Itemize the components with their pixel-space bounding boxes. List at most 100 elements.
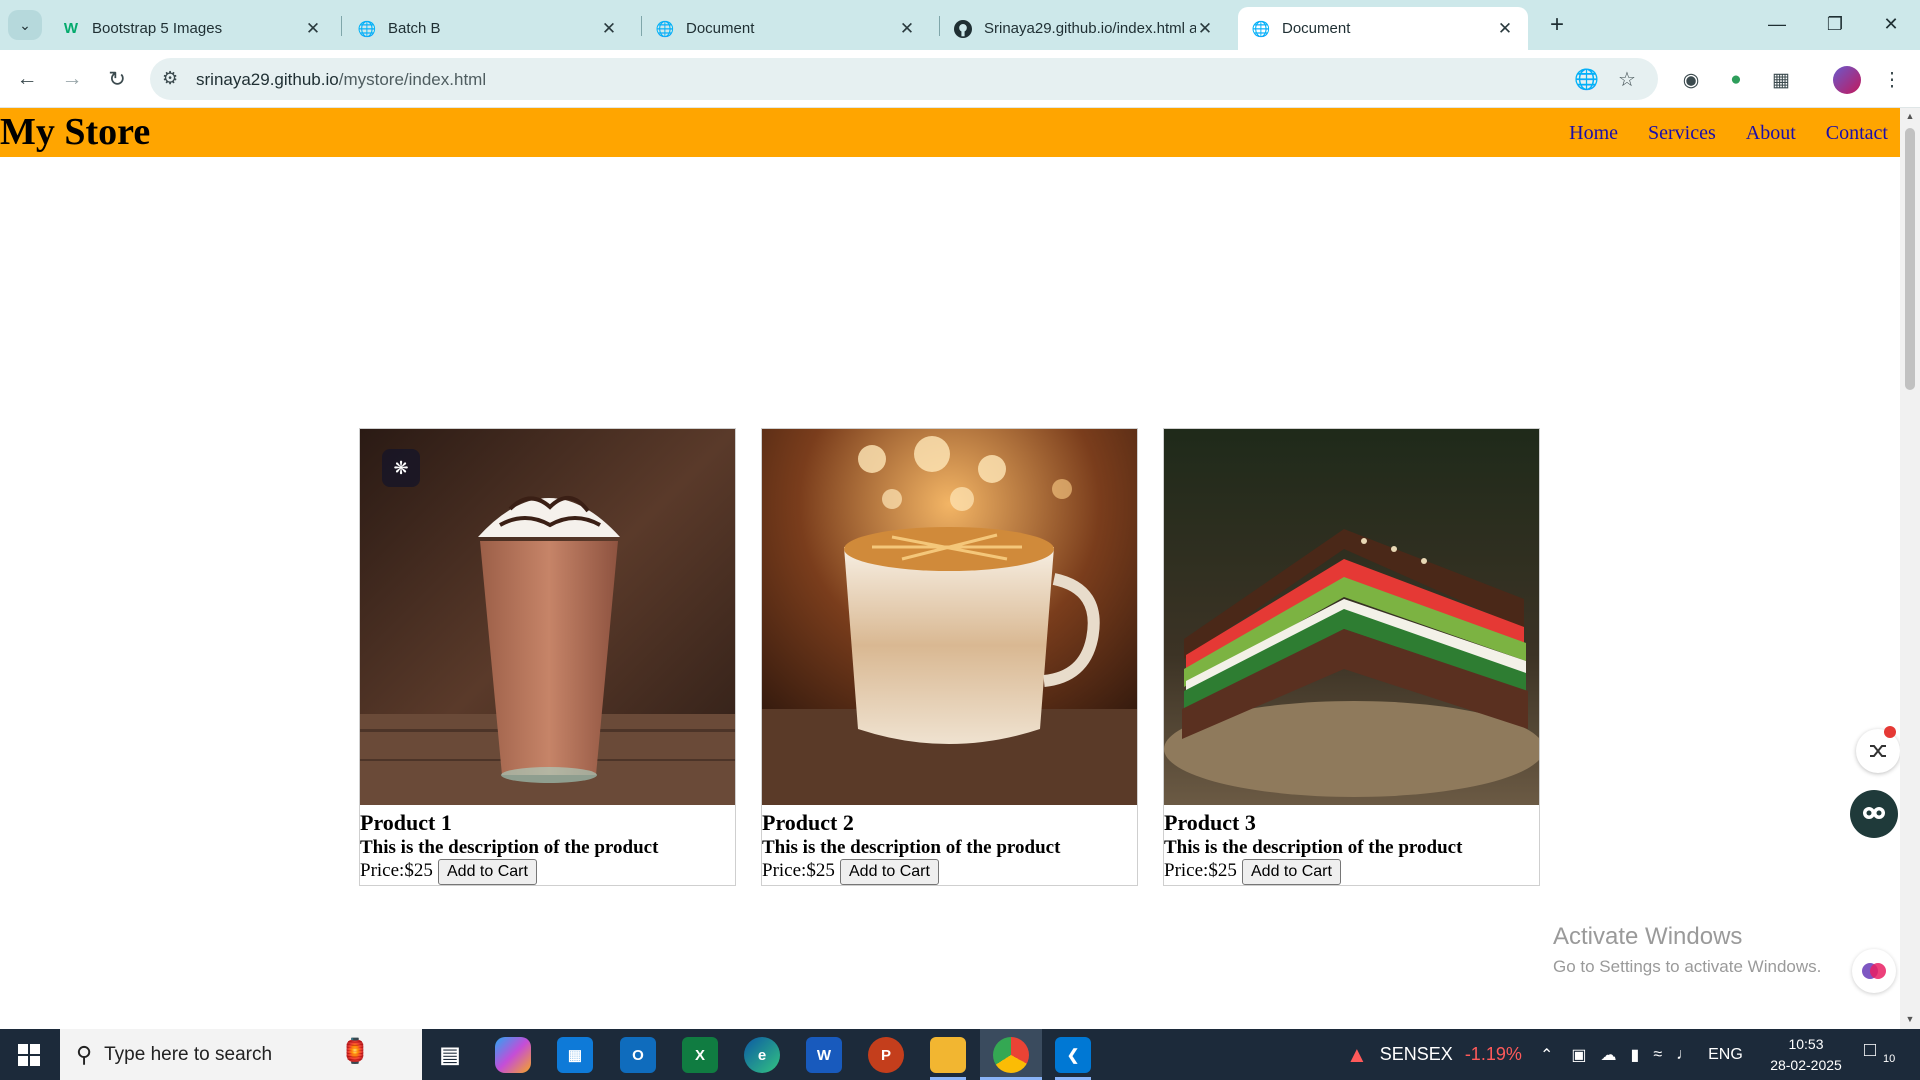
- reload-icon[interactable]: ↻: [99, 61, 135, 97]
- scroll-up-arrow-icon[interactable]: ▲: [1900, 111, 1920, 121]
- site-info-tune-icon[interactable]: ⚙: [162, 68, 178, 89]
- activate-windows-watermark: Activate Windows Go to Settings to activ…: [1553, 923, 1821, 977]
- microsoft-store-icon[interactable]: ▦: [557, 1037, 593, 1073]
- frappuccino-image: ❋: [360, 429, 735, 805]
- new-tab-plus-icon[interactable]: +: [1542, 10, 1572, 40]
- browser-toolbar: ← → ↻ ⚙ srinaya29.github.io/mystore/inde…: [0, 50, 1920, 108]
- product-card-1: ❋ Product 1 This is the description of t…: [359, 428, 736, 886]
- url-path: /mystore/index.html: [338, 70, 487, 89]
- kebab-menu-icon[interactable]: ⋮: [1878, 66, 1906, 94]
- product-card-2: Product 2 This is the description of the…: [761, 428, 1138, 886]
- windows-start-icon[interactable]: [0, 1029, 58, 1080]
- product-card-3: Product 3 This is the description of the…: [1163, 428, 1540, 886]
- word-icon[interactable]: W: [806, 1037, 842, 1073]
- tab-title: Srinaya29.github.io/index.html a: [984, 20, 1196, 37]
- taskbar-clock[interactable]: 10:53 28-02-2025: [1760, 1034, 1852, 1076]
- volume-icon[interactable]: ♩: [1676, 1046, 1692, 1064]
- battery-icon[interactable]: ▮: [1631, 1045, 1640, 1065]
- owl-extension-icon[interactable]: ◉: [1677, 66, 1705, 94]
- minimize-icon[interactable]: —: [1748, 0, 1806, 48]
- vscode-icon[interactable]: ❮: [1055, 1037, 1091, 1073]
- brain-extension-icon[interactable]: ❋: [382, 449, 420, 487]
- search-icon: ⚲: [76, 1041, 93, 1067]
- site-nav-links: Home Services About Contact: [1569, 122, 1888, 145]
- add-to-cart-button[interactable]: Add to Cart: [438, 859, 537, 885]
- nav-home-link[interactable]: Home: [1569, 122, 1618, 145]
- url-text[interactable]: srinaya29.github.io/mystore/index.html: [196, 70, 486, 90]
- tab-close-icon[interactable]: ✕: [898, 19, 916, 39]
- tab-batch-b[interactable]: 🌐 Batch B ✕: [344, 7, 632, 50]
- profile-avatar[interactable]: [1833, 66, 1861, 94]
- notification-center-icon[interactable]: □ 10: [1864, 1039, 1898, 1071]
- wifi-icon[interactable]: ≈: [1653, 1046, 1662, 1064]
- product-name: Product 1: [360, 810, 452, 835]
- tab-close-icon[interactable]: ✕: [1496, 19, 1514, 39]
- sensex-widget[interactable]: ▲ SENSEX -1.19%: [1346, 1029, 1522, 1080]
- site-brand[interactable]: My Store: [0, 110, 150, 154]
- nav-about-link[interactable]: About: [1746, 122, 1796, 145]
- close-window-icon[interactable]: ✕: [1862, 0, 1920, 48]
- lantern-decoration-icon: 🏮: [340, 1038, 370, 1065]
- language-indicator[interactable]: ENG: [1708, 1046, 1743, 1064]
- page-viewport: My Store Home Services About Contact ❋ P…: [0, 108, 1900, 1029]
- scroll-down-arrow-icon[interactable]: ▼: [1900, 1014, 1920, 1024]
- excel-icon[interactable]: X: [682, 1037, 718, 1073]
- nav-contact-link[interactable]: Contact: [1826, 122, 1888, 145]
- onedrive-cloud-icon[interactable]: ☁: [1601, 1045, 1617, 1065]
- meet-now-icon[interactable]: ▣: [1571, 1045, 1586, 1065]
- tab-close-icon[interactable]: ✕: [600, 19, 618, 39]
- bookmark-star-icon[interactable]: ☆: [1618, 67, 1636, 92]
- sandwich-image: [1164, 429, 1539, 805]
- tab-title: Document: [686, 20, 755, 37]
- nav-services-link[interactable]: Services: [1648, 122, 1716, 145]
- brain-ai-extension-icon[interactable]: [1852, 949, 1896, 993]
- task-view-icon[interactable]: ▤: [432, 1037, 468, 1073]
- tab-close-icon[interactable]: ✕: [1196, 19, 1214, 39]
- globe-icon: 🌐: [655, 20, 675, 38]
- sensex-change: -1.19%: [1464, 1044, 1522, 1064]
- clock-date: 28-02-2025: [1770, 1057, 1842, 1073]
- product-description: This is the description of the product: [360, 837, 659, 858]
- site-navbar: My Store Home Services About Contact: [0, 108, 1900, 157]
- product-name: Product 2: [762, 810, 854, 835]
- restore-icon[interactable]: ❐: [1806, 0, 1864, 48]
- tab-bootstrap-images[interactable]: W Bootstrap 5 Images ✕: [48, 7, 336, 50]
- windows-taskbar: ⚲ Type here to search 🏮 ▤ ▦ O X e W P ❮ …: [0, 1029, 1920, 1080]
- back-arrow-icon[interactable]: ←: [9, 61, 45, 97]
- product-name: Product 3: [1164, 810, 1256, 835]
- copilot-icon[interactable]: [495, 1037, 531, 1073]
- tab-github-index[interactable]: Srinaya29.github.io/index.html a ✕: [940, 7, 1228, 50]
- notification-dot: [1884, 726, 1896, 738]
- extensions-puzzle-icon[interactable]: ▦: [1767, 66, 1795, 94]
- forward-arrow-icon[interactable]: →: [54, 61, 90, 97]
- product-price: Price:$25: [1164, 860, 1237, 881]
- w3schools-icon: W: [63, 20, 79, 37]
- green-extension-icon[interactable]: ●: [1722, 66, 1750, 94]
- product-price: Price:$25: [360, 860, 433, 881]
- tab-search-chevron-icon[interactable]: ⌄: [8, 10, 42, 40]
- edge-icon[interactable]: e: [744, 1037, 780, 1073]
- scrollbar-thumb[interactable]: [1905, 128, 1915, 390]
- translate-icon[interactable]: 🌐: [1574, 67, 1599, 92]
- add-to-cart-button[interactable]: Add to Cart: [840, 859, 939, 885]
- taskbar-search-box[interactable]: ⚲ Type here to search 🏮: [60, 1029, 422, 1080]
- notification-count: 10: [1882, 1053, 1897, 1065]
- globe-icon: 🌐: [357, 20, 377, 38]
- tab-document-1[interactable]: 🌐 Document ✕: [642, 7, 930, 50]
- owl-assistant-icon[interactable]: [1850, 790, 1898, 838]
- tab-separator: [341, 16, 342, 36]
- powerpoint-icon[interactable]: P: [868, 1037, 904, 1073]
- tab-document-active[interactable]: 🌐 Document ✕: [1238, 7, 1528, 50]
- browser-tab-strip: ⌄ W Bootstrap 5 Images ✕ 🌐 Batch B ✕ 🌐 D…: [0, 0, 1920, 50]
- chrome-icon[interactable]: [993, 1037, 1029, 1073]
- tray-chevron-up-icon[interactable]: ⌃: [1540, 1045, 1553, 1065]
- tab-close-icon[interactable]: ✕: [304, 19, 322, 39]
- file-explorer-icon[interactable]: [930, 1037, 966, 1073]
- address-bar[interactable]: ⚙ srinaya29.github.io/mystore/index.html…: [150, 58, 1658, 100]
- outlook-icon[interactable]: O: [620, 1037, 656, 1073]
- page-scrollbar[interactable]: ▲ ▼: [1900, 108, 1920, 1029]
- globe-icon: 🌐: [1251, 20, 1271, 38]
- add-to-cart-button[interactable]: Add to Cart: [1242, 859, 1341, 885]
- search-placeholder: Type here to search: [104, 1043, 273, 1065]
- system-tray: ⌃ ▣ ☁ ▮ ≈ ♩ ENG: [1540, 1029, 1743, 1080]
